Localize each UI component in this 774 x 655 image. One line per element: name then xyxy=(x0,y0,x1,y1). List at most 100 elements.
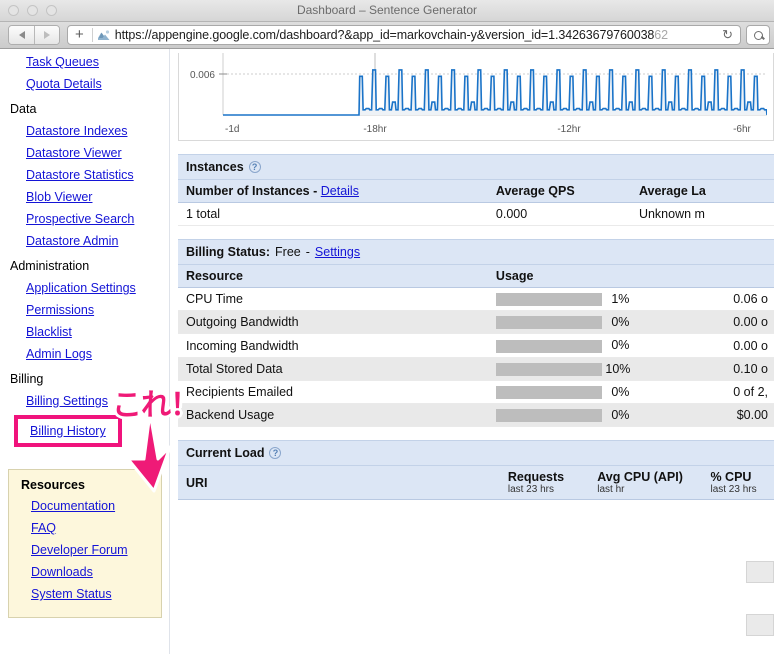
window-controls[interactable] xyxy=(8,5,57,16)
cell-usage-amount: $0.00 xyxy=(690,403,774,428)
cell-usage-bar: 10% xyxy=(487,357,691,381)
forward-button[interactable] xyxy=(34,26,59,44)
highlight-box-billing-history: Billing History xyxy=(14,415,122,447)
search-icon xyxy=(753,30,763,40)
address-bar[interactable]: + https://appengine.google.com/dashboard… xyxy=(67,25,741,45)
sidebar-item-system-status[interactable]: System Status xyxy=(9,583,161,605)
current-load-section: Current Load ? URI Requests last 23 hrs xyxy=(178,440,774,501)
sidebar-item-task-queues[interactable]: Task Queues xyxy=(0,51,170,73)
usage-bar xyxy=(495,293,602,307)
cell-usage-bar: 0% xyxy=(487,403,691,428)
sidebar-item-application-settings[interactable]: Application Settings xyxy=(0,277,170,299)
billing-settings-link[interactable]: Settings xyxy=(315,245,360,259)
sidebar-item-datastore-viewer[interactable]: Datastore Viewer xyxy=(0,142,170,164)
sidebar-heading-administration: Administration xyxy=(10,259,90,273)
sidebar-item-documentation[interactable]: Documentation xyxy=(9,495,161,517)
title-bar: Dashboard – Sentence Generator xyxy=(0,0,774,22)
page-content: Task Queues Quota Details Data Datastore… xyxy=(0,49,774,654)
table-row: 1 total 0.000 Unknown m xyxy=(178,202,774,226)
column-label: % CPU xyxy=(710,470,752,485)
cell-usage-amount: 0 of 2, xyxy=(690,380,774,405)
column-label: Requests xyxy=(507,470,565,485)
cell-usage-percent: 1% xyxy=(611,292,630,306)
sidebar-item-developer-forum[interactable]: Developer Forum xyxy=(9,539,161,561)
table-row: Total Stored Data 10% 0.10 o xyxy=(178,357,774,381)
resources-panel: Resources Documentation FAQ Developer Fo… xyxy=(8,469,162,618)
table-row: Outgoing Bandwidth 0% 0.00 o xyxy=(178,310,774,335)
sidebar-item-downloads[interactable]: Downloads xyxy=(9,561,161,583)
help-icon[interactable]: ? xyxy=(248,161,261,173)
sidebar-item-blob-viewer[interactable]: Blob Viewer xyxy=(0,186,170,208)
column-usage: Usage xyxy=(487,265,774,288)
column-avg-cpu-api: Avg CPU (API) last hr xyxy=(589,466,703,501)
back-arrow-icon xyxy=(18,31,25,39)
instances-header: Instances ? xyxy=(178,154,774,180)
sidebar-item-quota-details[interactable]: Quota Details xyxy=(0,73,170,95)
sidebar-item-datastore-statistics[interactable]: Datastore Statistics xyxy=(0,164,170,186)
forward-arrow-icon xyxy=(44,31,50,39)
cell-usage-bar: 0% xyxy=(487,310,691,335)
column-sublabel: last 23 hrs xyxy=(507,484,554,496)
billing-status-label: Billing Status: xyxy=(186,245,271,259)
url-text: https://appengine.google.com/dashboard?&… xyxy=(115,28,715,42)
cell-usage-amount: 0.10 o xyxy=(690,357,774,381)
reload-button[interactable]: ↻ xyxy=(719,27,736,43)
navigation-buttons[interactable] xyxy=(8,25,60,45)
sidebar-heading-billing: Billing xyxy=(10,372,44,386)
cell-resource-name: Outgoing Bandwidth xyxy=(178,310,488,335)
instances-table: Number of Instances - Details Average QP… xyxy=(178,180,774,226)
chart-x-tick-1: -18hr xyxy=(363,124,387,135)
column-uri: URI xyxy=(178,466,500,501)
chart-line-series xyxy=(223,69,767,116)
back-button[interactable] xyxy=(9,26,34,44)
column-requests: Requests last 23 hrs xyxy=(499,466,590,501)
column-number-of-instances: Number of Instances - Details xyxy=(178,180,488,203)
cell-usage-percent: 0% xyxy=(611,315,630,330)
chart-x-tick-2: -12hr xyxy=(557,124,581,135)
zoom-button[interactable] xyxy=(46,5,57,16)
sidebar-item-admin-logs[interactable]: Admin Logs xyxy=(0,343,170,365)
cell-usage-percent: 0% xyxy=(611,338,630,353)
chart-x-tick-3: -6hr xyxy=(733,124,751,135)
sidebar-item-billing-history[interactable]: Billing History xyxy=(30,424,106,438)
cell-average-latency: Unknown m xyxy=(630,202,774,226)
billing-header-dash: - xyxy=(305,245,310,259)
sidebar-item-billing-settings[interactable]: Billing Settings xyxy=(0,390,170,412)
usage-bar xyxy=(495,362,602,376)
cell-usage-amount: 0.00 o xyxy=(690,333,774,358)
search-input[interactable] xyxy=(746,25,770,45)
table-header-row: Number of Instances - Details Average QP… xyxy=(178,180,774,203)
sidebar-item-datastore-admin[interactable]: Datastore Admin xyxy=(0,230,170,252)
billing-status-value: Free xyxy=(275,245,301,259)
column-label: Number of Instances - xyxy=(186,184,321,198)
current-load-table: URI Requests last 23 hrs Avg CPU (API) l… xyxy=(178,466,774,501)
right-edge-widget-bottom[interactable] xyxy=(746,614,774,636)
minimize-button[interactable] xyxy=(27,5,38,16)
url-main: https://appengine.google.com/dashboard?&… xyxy=(114,28,655,42)
billing-status-section: Billing Status: Free - Settings Resource… xyxy=(178,239,774,428)
cell-resource-name: Recipients Emailed xyxy=(178,380,488,405)
sidebar: Task Queues Quota Details Data Datastore… xyxy=(0,49,170,654)
column-label: Avg CPU (API) xyxy=(597,470,683,485)
close-button[interactable] xyxy=(8,5,19,16)
help-icon[interactable]: ? xyxy=(269,447,282,460)
column-resource: Resource xyxy=(178,265,488,288)
chart-x-tick-0: -1d xyxy=(225,124,239,135)
latency-chart-panel: 0.006 -1d -18hr -12hr -6hr xyxy=(178,53,774,141)
sidebar-item-permissions[interactable]: Permissions xyxy=(0,299,170,321)
sidebar-item-prospective-search[interactable]: Prospective Search xyxy=(0,208,170,230)
column-pct-cpu: % CPU last 23 hrs xyxy=(702,466,774,501)
sidebar-item-datastore-indexes[interactable]: Datastore Indexes xyxy=(0,120,170,142)
toolbar-divider xyxy=(91,28,93,42)
sidebar-item-blacklist[interactable]: Blacklist xyxy=(0,321,170,343)
add-bookmark-button[interactable]: + xyxy=(72,27,88,44)
sidebar-item-faq[interactable]: FAQ xyxy=(9,517,161,539)
cell-usage-percent: 0% xyxy=(611,408,630,423)
instances-title: Instances xyxy=(186,160,244,174)
usage-bar xyxy=(495,339,602,353)
cell-usage-bar: 0% xyxy=(487,333,691,358)
right-edge-widget-top[interactable] xyxy=(746,561,774,583)
cell-resource-name: Total Stored Data xyxy=(178,357,488,381)
cell-instance-count: 1 total xyxy=(178,202,488,226)
instances-details-link[interactable]: Details xyxy=(321,184,359,198)
